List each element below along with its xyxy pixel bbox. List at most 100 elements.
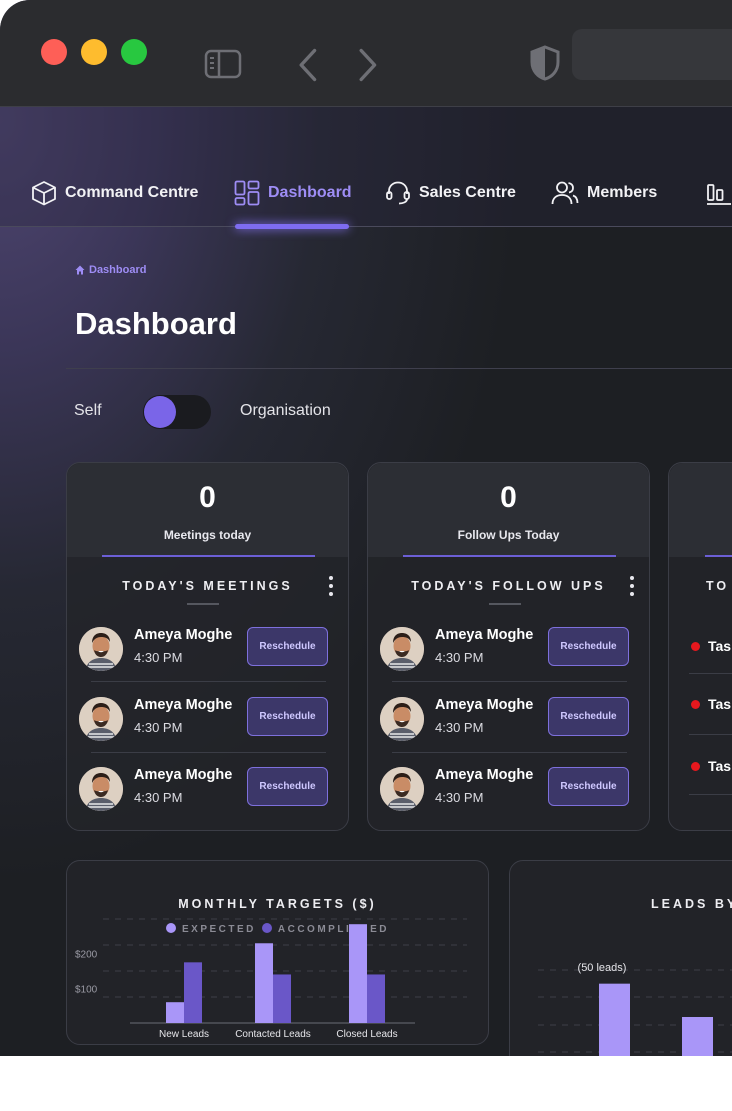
task-item[interactable]: Tas — [691, 758, 731, 774]
nav-item-reports[interactable] — [706, 180, 732, 206]
stat-accent-bar — [102, 555, 315, 557]
contact-name: Ameya Moghe — [134, 767, 233, 783]
contact-name: Ameya Moghe — [134, 627, 233, 643]
priority-dot — [691, 641, 700, 651]
breadcrumb[interactable]: Dashboard — [75, 264, 146, 276]
bar — [599, 983, 630, 1056]
forward-chevron-icon[interactable] — [350, 46, 388, 84]
priority-dot — [691, 699, 700, 709]
follow-ups-card: 0 Follow Ups Today TODAY'S FOLLOW UPS Am… — [367, 462, 650, 831]
task-label: Tas — [708, 696, 732, 712]
bar-chart-icon — [707, 184, 731, 205]
bar-accomplished — [273, 974, 291, 1023]
more-options-icon[interactable] — [328, 576, 334, 596]
list-item: Ameya Moghe 4:30 PM Reschedule — [380, 765, 638, 815]
list-item: Ameya Moghe 4:30 PM Reschedule — [380, 695, 638, 745]
section-title: TODAY'S MEETINGS — [122, 579, 293, 593]
bar-accomplished — [184, 962, 202, 1023]
row-divider — [91, 681, 326, 682]
tasks-stat — [669, 463, 732, 557]
x-tick-label: Contacted Leads — [235, 1029, 311, 1040]
row-divider — [689, 673, 732, 674]
task-item[interactable]: Tas — [691, 638, 731, 654]
zoom-window-button[interactable] — [121, 39, 147, 65]
y-tick-label: $200 — [75, 950, 98, 961]
row-divider — [392, 752, 627, 753]
monthly-targets-chart: $200 $100 New Leads Contacted Leads Closed L… — [75, 918, 467, 1040]
back-chevron-icon[interactable] — [290, 46, 328, 84]
follow-up-time: 4:30 PM — [435, 650, 484, 665]
cube-icon — [32, 181, 56, 206]
list-item: Ameya Moghe 4:30 PM Reschedule — [79, 625, 337, 675]
section-rule — [187, 603, 219, 605]
bar — [682, 1017, 713, 1056]
follow-ups-stat: 0 Follow Ups Today — [368, 463, 649, 557]
nav-item-label: Command Centre — [65, 184, 199, 201]
bar-expected — [166, 1002, 184, 1023]
dashboard-grid-icon — [234, 180, 260, 206]
nav-item-command-centre[interactable]: Command Centre — [31, 180, 198, 206]
row-divider — [392, 681, 627, 682]
reschedule-button[interactable]: Reschedule — [548, 767, 629, 806]
nav-item-label: Dashboard — [268, 184, 352, 201]
shield-icon[interactable] — [526, 44, 564, 82]
reschedule-button[interactable]: Reschedule — [247, 627, 328, 666]
stat-accent-bar — [705, 555, 732, 557]
more-options-icon[interactable] — [629, 576, 635, 596]
list-item: Ameya Moghe 4:30 PM Reschedule — [79, 765, 337, 815]
y-tick-label: $100 — [75, 984, 98, 995]
monthly-targets-card: MONTHLY TARGETS ($) EXPECTED ACCOMPLISHE… — [66, 860, 489, 1045]
toggle-label-self: Self — [74, 402, 102, 419]
contact-name: Ameya Moghe — [435, 767, 534, 783]
section-title: TO — [706, 579, 730, 593]
follow-up-time: 4:30 PM — [435, 790, 484, 805]
leads-by-card: LEADS BY (50 leads) — [509, 860, 732, 1056]
reschedule-button[interactable]: Reschedule — [548, 697, 629, 736]
reschedule-button[interactable]: Reschedule — [548, 627, 629, 666]
bar-expected — [349, 924, 367, 1023]
sidebar-toggle-icon[interactable] — [204, 45, 242, 83]
headset-icon — [386, 181, 410, 205]
row-divider — [689, 734, 732, 735]
avatar — [380, 627, 424, 671]
nav-item-label: Members — [587, 184, 658, 201]
meetings-card: 0 Meetings today TODAY'S MEETINGS Ameya … — [66, 462, 349, 831]
tasks-card: TO Tas Tas Tas — [668, 462, 732, 831]
contact-name: Ameya Moghe — [134, 697, 233, 713]
data-label: (50 leads) — [578, 962, 627, 974]
avatar — [79, 697, 123, 741]
nav-item-sales-centre[interactable]: Sales Centre — [385, 180, 516, 206]
nav-item-label: Sales Centre — [419, 184, 516, 201]
list-item: Ameya Moghe 4:30 PM Reschedule — [79, 695, 337, 745]
minimize-window-button[interactable] — [81, 39, 107, 65]
meeting-time: 4:30 PM — [134, 790, 183, 805]
avatar — [79, 767, 123, 811]
reschedule-button[interactable]: Reschedule — [247, 767, 328, 806]
scope-toggle-switch[interactable] — [143, 395, 211, 429]
follow-ups-count-label: Follow Ups Today — [457, 528, 560, 542]
task-item[interactable]: Tas — [691, 696, 731, 712]
reschedule-button[interactable]: Reschedule — [247, 697, 328, 736]
section-title: TODAY'S FOLLOW UPS — [411, 579, 606, 593]
list-item: Ameya Moghe 4:30 PM Reschedule — [380, 625, 638, 675]
meeting-time: 4:30 PM — [134, 720, 183, 735]
address-bar[interactable] — [572, 29, 732, 80]
stat-accent-bar — [403, 555, 616, 557]
nav-item-members[interactable]: Members — [551, 180, 657, 206]
contact-name: Ameya Moghe — [435, 697, 534, 713]
nav-item-dashboard[interactable]: Dashboard — [234, 180, 352, 206]
task-label: Tas — [708, 758, 732, 774]
follow-ups-count: 0 — [500, 481, 517, 514]
header-divider — [66, 368, 732, 369]
close-window-button[interactable] — [41, 39, 67, 65]
meetings-count-label: Meetings today — [163, 528, 252, 542]
x-tick-label: Closed Leads — [336, 1029, 397, 1040]
home-icon — [75, 265, 85, 275]
bar-accomplished — [367, 974, 385, 1023]
section-rule — [489, 603, 521, 605]
toggle-knob — [144, 396, 176, 428]
priority-dot — [691, 761, 700, 771]
toggle-label-organisation: Organisation — [240, 402, 331, 419]
row-divider — [689, 794, 732, 795]
top-navbar — [0, 107, 732, 227]
